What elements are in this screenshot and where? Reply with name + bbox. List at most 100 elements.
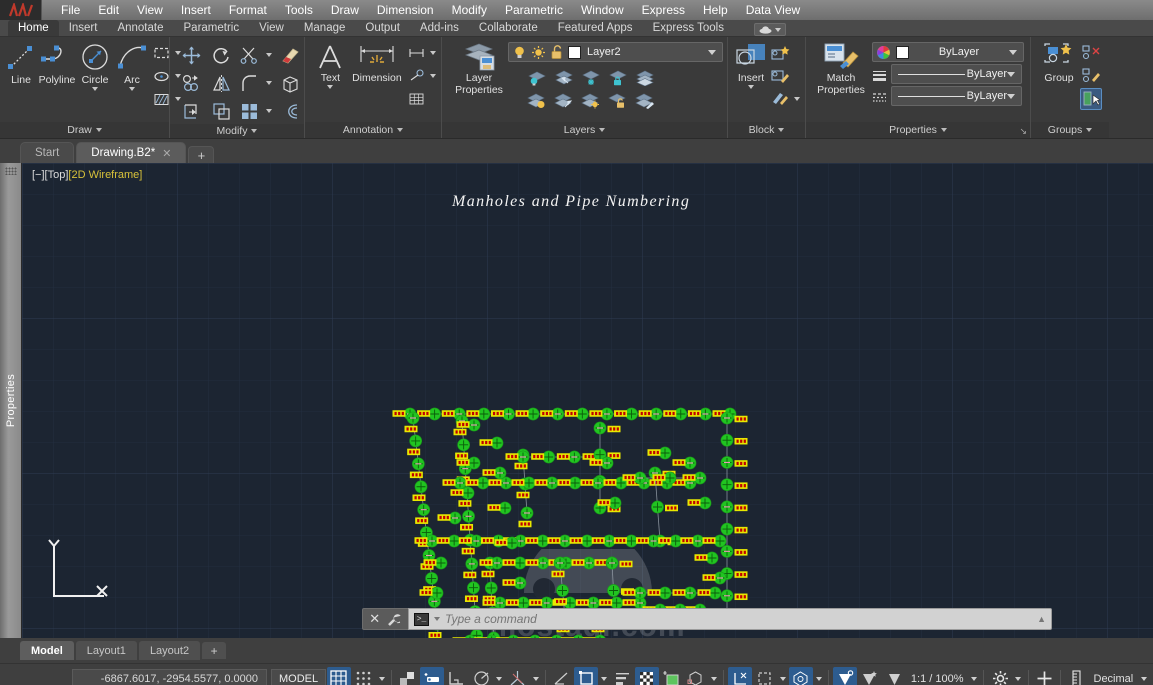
dynamic-input-button[interactable] [420, 666, 444, 685]
layer-freeze-button[interactable] [580, 66, 602, 88]
new-layout-button[interactable]: + [202, 642, 227, 659]
transparency-button[interactable] [635, 666, 659, 685]
menu-item-data-view[interactable]: Data View [737, 1, 809, 19]
object-color-combo[interactable]: ByLayer [872, 42, 1024, 62]
polar-tracking-dropdown[interactable] [494, 667, 505, 685]
menu-item-view[interactable]: View [128, 1, 172, 19]
ribbon-tab-view[interactable]: View [249, 20, 294, 36]
copy-button[interactable] [178, 70, 204, 96]
trim-dropdown[interactable] [264, 44, 273, 66]
customization-button[interactable] [1033, 667, 1057, 685]
viewport-label[interactable]: [−][Top][2D Wireframe] [32, 169, 142, 181]
layout-tab-layout1[interactable]: Layout1 [75, 641, 137, 660]
annotation-scale-button[interactable] [882, 667, 906, 685]
polar-tracking-button[interactable] [469, 667, 493, 685]
menu-item-window[interactable]: Window [572, 1, 633, 19]
block-attribute-dropdown[interactable] [792, 88, 801, 110]
annotation-dimension-button[interactable]: Dimension [349, 40, 405, 84]
dynamic-ucs-button[interactable] [728, 666, 752, 685]
menu-item-insert[interactable]: Insert [172, 1, 220, 19]
workspace-switch-dropdown[interactable] [1013, 667, 1024, 685]
close-icon[interactable]: ✕ [162, 147, 171, 160]
draw-circle-button[interactable]: Circle [76, 40, 114, 91]
snap-mode-dropdown[interactable] [376, 667, 387, 685]
lineweight-combo[interactable]: ByLayer [891, 64, 1022, 84]
linetype-combo[interactable]: ByLayer [891, 86, 1022, 106]
layer-turn-on-button[interactable] [526, 89, 548, 111]
offset-button[interactable] [277, 98, 303, 124]
mirror-button[interactable] [208, 70, 234, 96]
snap-mode-button[interactable] [352, 667, 376, 685]
layout-tab-model[interactable]: Model [20, 641, 74, 660]
block-attribute-button[interactable] [769, 88, 791, 110]
stretch-button[interactable] [178, 98, 204, 124]
object-snap-button[interactable] [574, 666, 598, 685]
ribbon-panel-draw-title[interactable]: Draw [0, 122, 169, 138]
ribbon-tab-collaborate[interactable]: Collaborate [469, 20, 548, 36]
app-logo-button[interactable] [0, 0, 42, 20]
annotation-scale-value[interactable]: 1:1 / 100% [907, 673, 968, 685]
array-dropdown[interactable] [264, 100, 273, 122]
isometric-dropdown[interactable] [530, 667, 541, 685]
manhole-network-drawing[interactable] [22, 163, 1153, 638]
layer-lock-button[interactable] [607, 66, 629, 88]
group-button[interactable]: Group [1038, 40, 1080, 84]
ribbon-panel-groups-title[interactable]: Groups [1031, 122, 1109, 138]
layer-unlock-button[interactable] [607, 89, 629, 111]
units-value[interactable]: Decimal [1090, 673, 1138, 685]
trim-button[interactable] [238, 42, 260, 68]
3d-object-snap-dropdown[interactable] [709, 667, 720, 685]
infer-constraints-button[interactable] [396, 667, 420, 685]
ribbon-tab-manage[interactable]: Manage [294, 20, 356, 36]
units-icon-button[interactable] [1065, 667, 1089, 685]
selection-cycling-button[interactable] [660, 667, 684, 685]
current-layer-combo[interactable]: Layer2 [508, 42, 723, 62]
ribbon-tab-add-ins[interactable]: Add-ins [410, 20, 469, 36]
layer-isolate-button[interactable] [526, 66, 548, 88]
isometric-drafting-button[interactable] [506, 667, 530, 685]
rotate-button[interactable] [208, 42, 234, 68]
3d-object-snap-button[interactable] [684, 667, 708, 685]
command-input-area[interactable]: >_ ▲ [408, 608, 1052, 630]
ribbon-tab-insert[interactable]: Insert [59, 20, 108, 36]
erase-button[interactable] [277, 42, 303, 68]
file-tab-drawing[interactable]: Drawing.B2* ✕ [76, 142, 187, 163]
palette-grip[interactable] [5, 167, 17, 175]
ribbon-panel-annotation-title[interactable]: Annotation [305, 122, 441, 138]
properties-panel-expand-icon[interactable]: ↘ [1019, 126, 1027, 137]
menu-item-file[interactable]: File [52, 1, 89, 19]
menu-item-dimension[interactable]: Dimension [368, 1, 443, 19]
leader-button[interactable] [405, 65, 427, 87]
object-snap-tracking-button[interactable] [550, 667, 574, 685]
gizmo-dropdown[interactable] [814, 667, 825, 685]
layer-off-button[interactable] [553, 66, 575, 88]
edit-block-button[interactable] [769, 65, 791, 87]
viewport-view[interactable]: [Top] [45, 169, 69, 181]
drawing-canvas[interactable]: [−][Top][2D Wireframe] Manholes and Pipe… [22, 163, 1153, 638]
menu-item-help[interactable]: Help [694, 1, 737, 19]
ortho-mode-button[interactable] [445, 667, 469, 685]
layer-thaw-button[interactable] [553, 89, 575, 111]
units-dropdown[interactable] [1138, 667, 1149, 685]
draw-polyline-button[interactable]: Polyline [38, 40, 76, 86]
draw-arc-button[interactable]: Arc [114, 40, 150, 91]
command-scroll-up-icon[interactable]: ▲ [1036, 614, 1046, 624]
fillet-button[interactable] [238, 70, 260, 96]
match-properties-button[interactable]: Match Properties [812, 40, 870, 96]
table-button[interactable] [405, 88, 427, 110]
group-selection-on-button[interactable] [1080, 88, 1102, 110]
annotation-scale-dropdown[interactable] [969, 667, 980, 685]
fillet-dropdown[interactable] [264, 72, 273, 94]
ribbon-panel-properties-title[interactable]: Properties ↘ [806, 122, 1030, 138]
menu-item-tools[interactable]: Tools [276, 1, 322, 19]
workspace-switch-button[interactable] [988, 667, 1012, 685]
ribbon-tab-annotate[interactable]: Annotate [107, 20, 173, 36]
menu-item-draw[interactable]: Draw [322, 1, 368, 19]
ribbon-tab-output[interactable]: Output [355, 20, 410, 36]
scale-button[interactable] [208, 98, 234, 124]
lineweight-button[interactable] [611, 667, 635, 685]
viewport-visual-style[interactable]: [2D Wireframe] [68, 169, 142, 181]
ungroup-button[interactable] [1080, 42, 1102, 64]
ribbon-panel-modify-title[interactable]: Modify [170, 124, 304, 138]
leader-dropdown[interactable] [428, 65, 437, 87]
